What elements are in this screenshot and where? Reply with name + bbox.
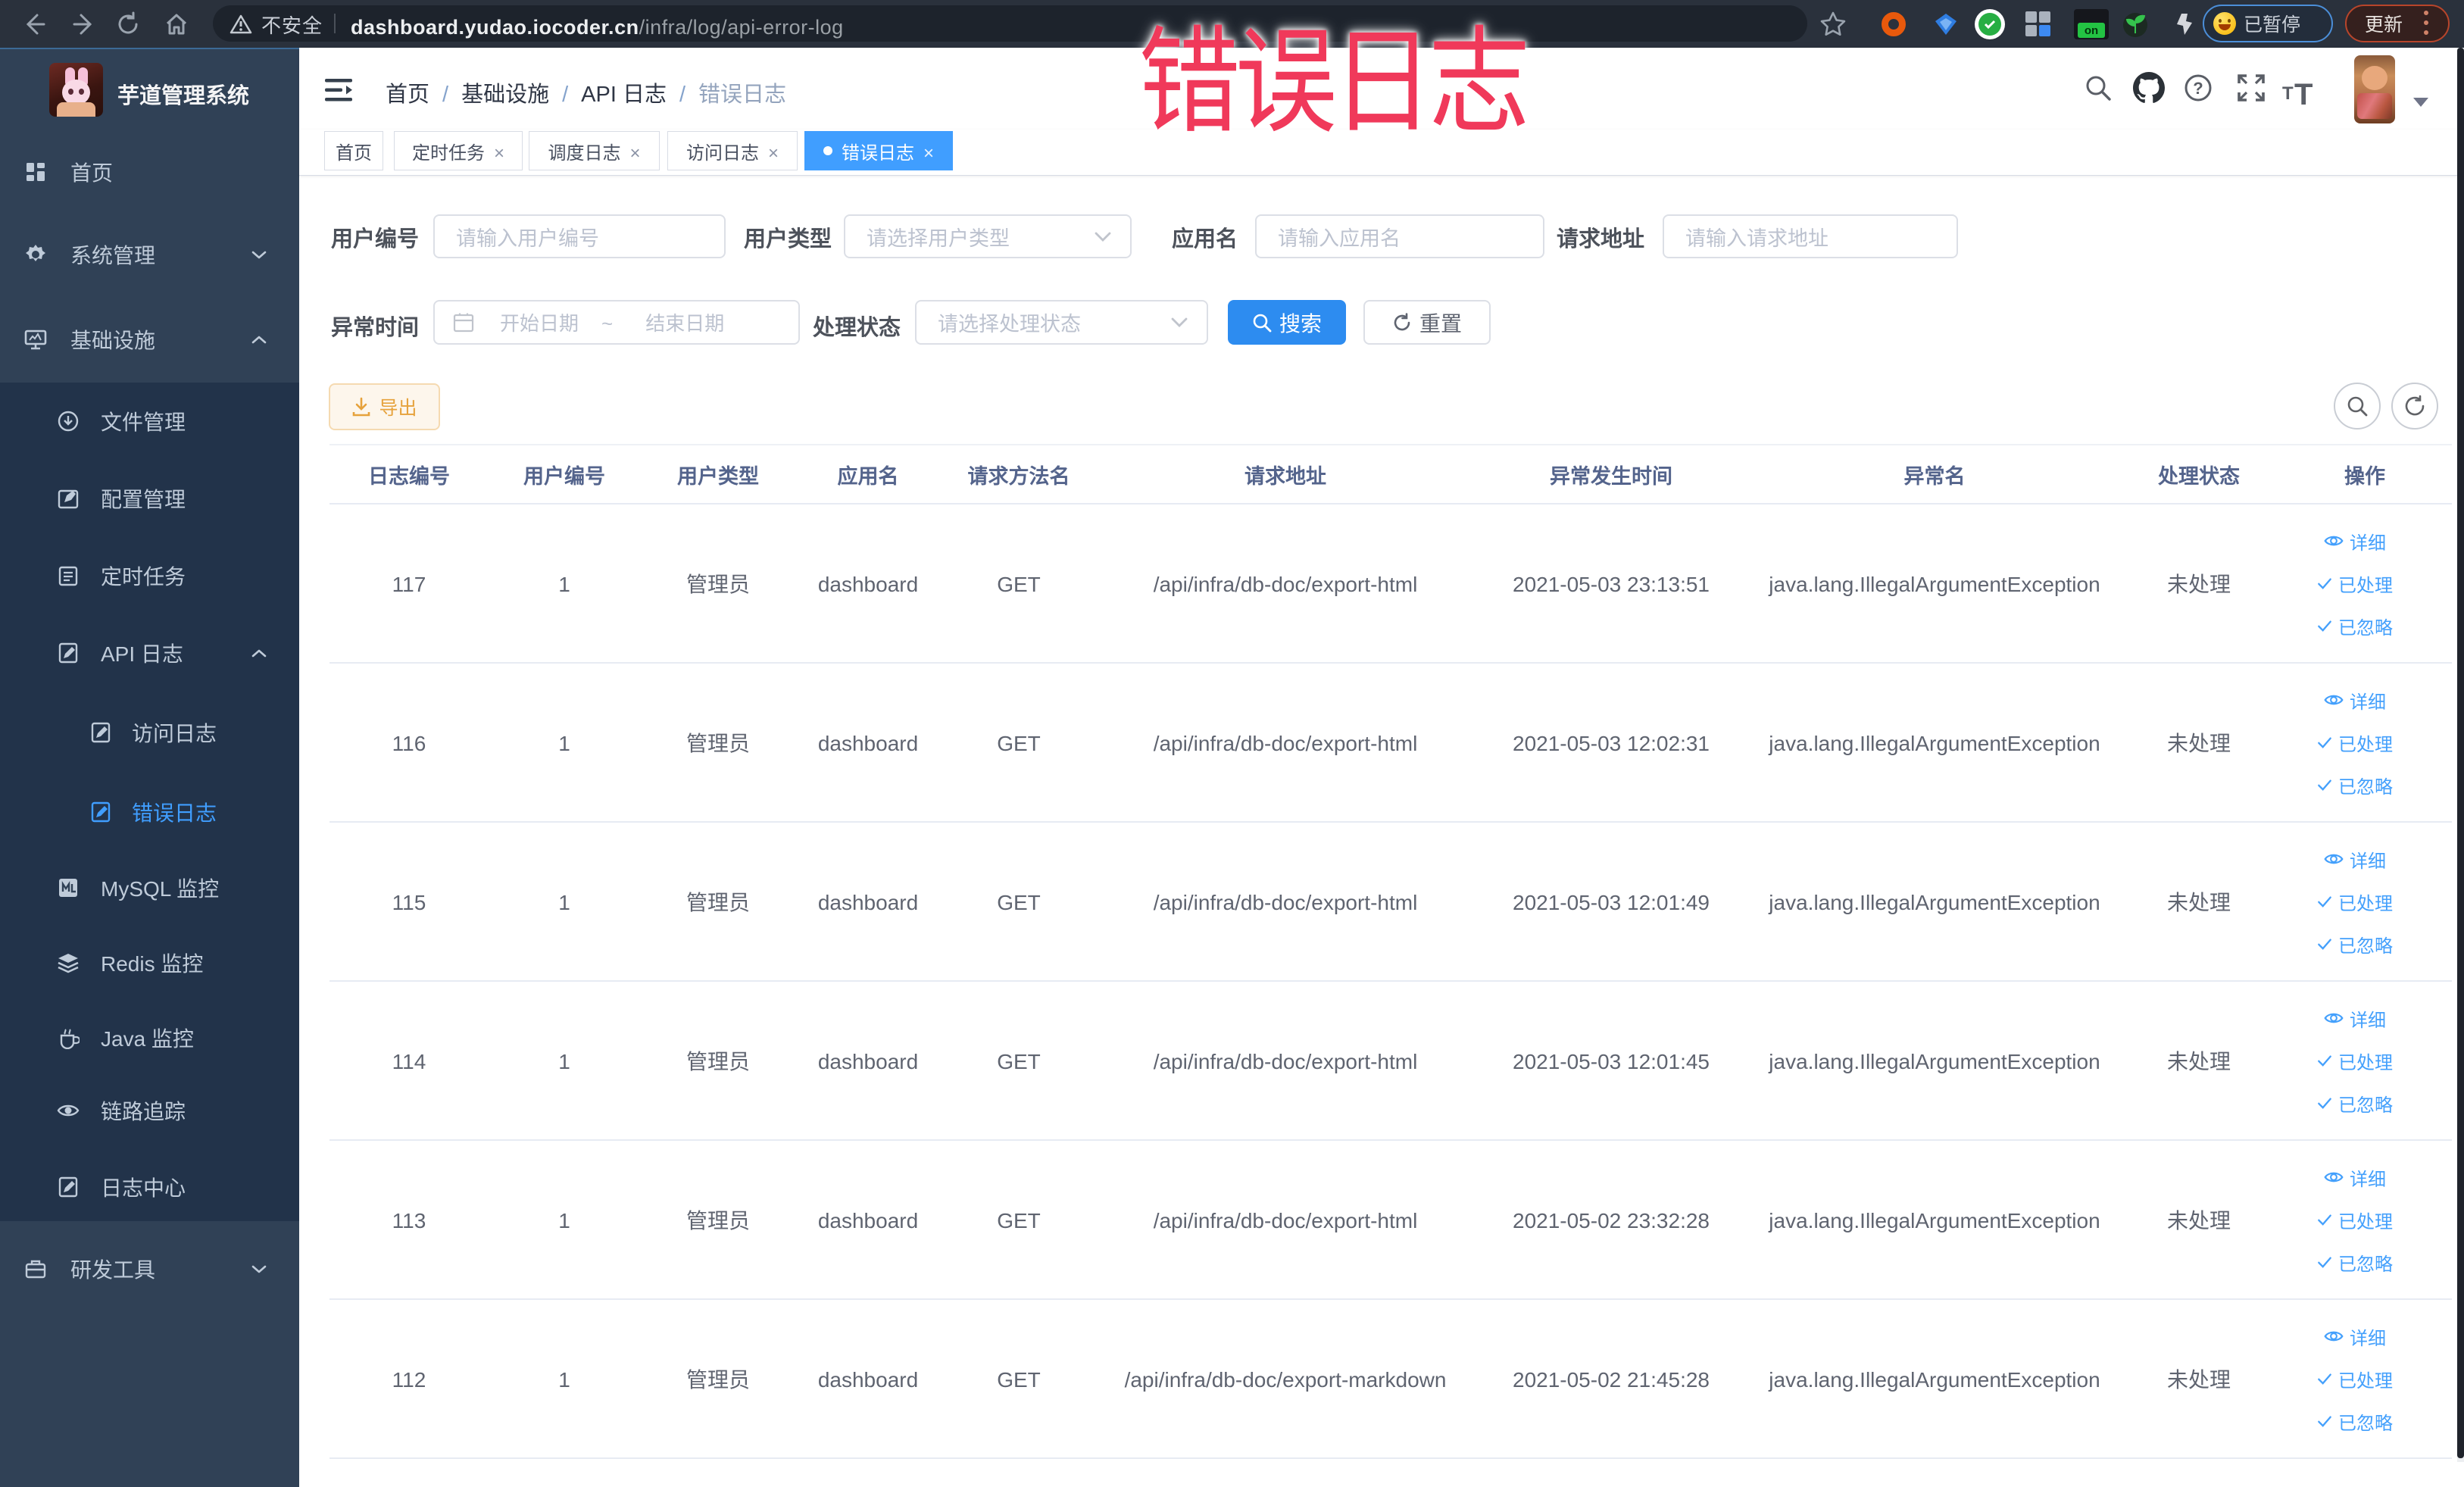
svg-text:?: ? (2193, 79, 2203, 98)
